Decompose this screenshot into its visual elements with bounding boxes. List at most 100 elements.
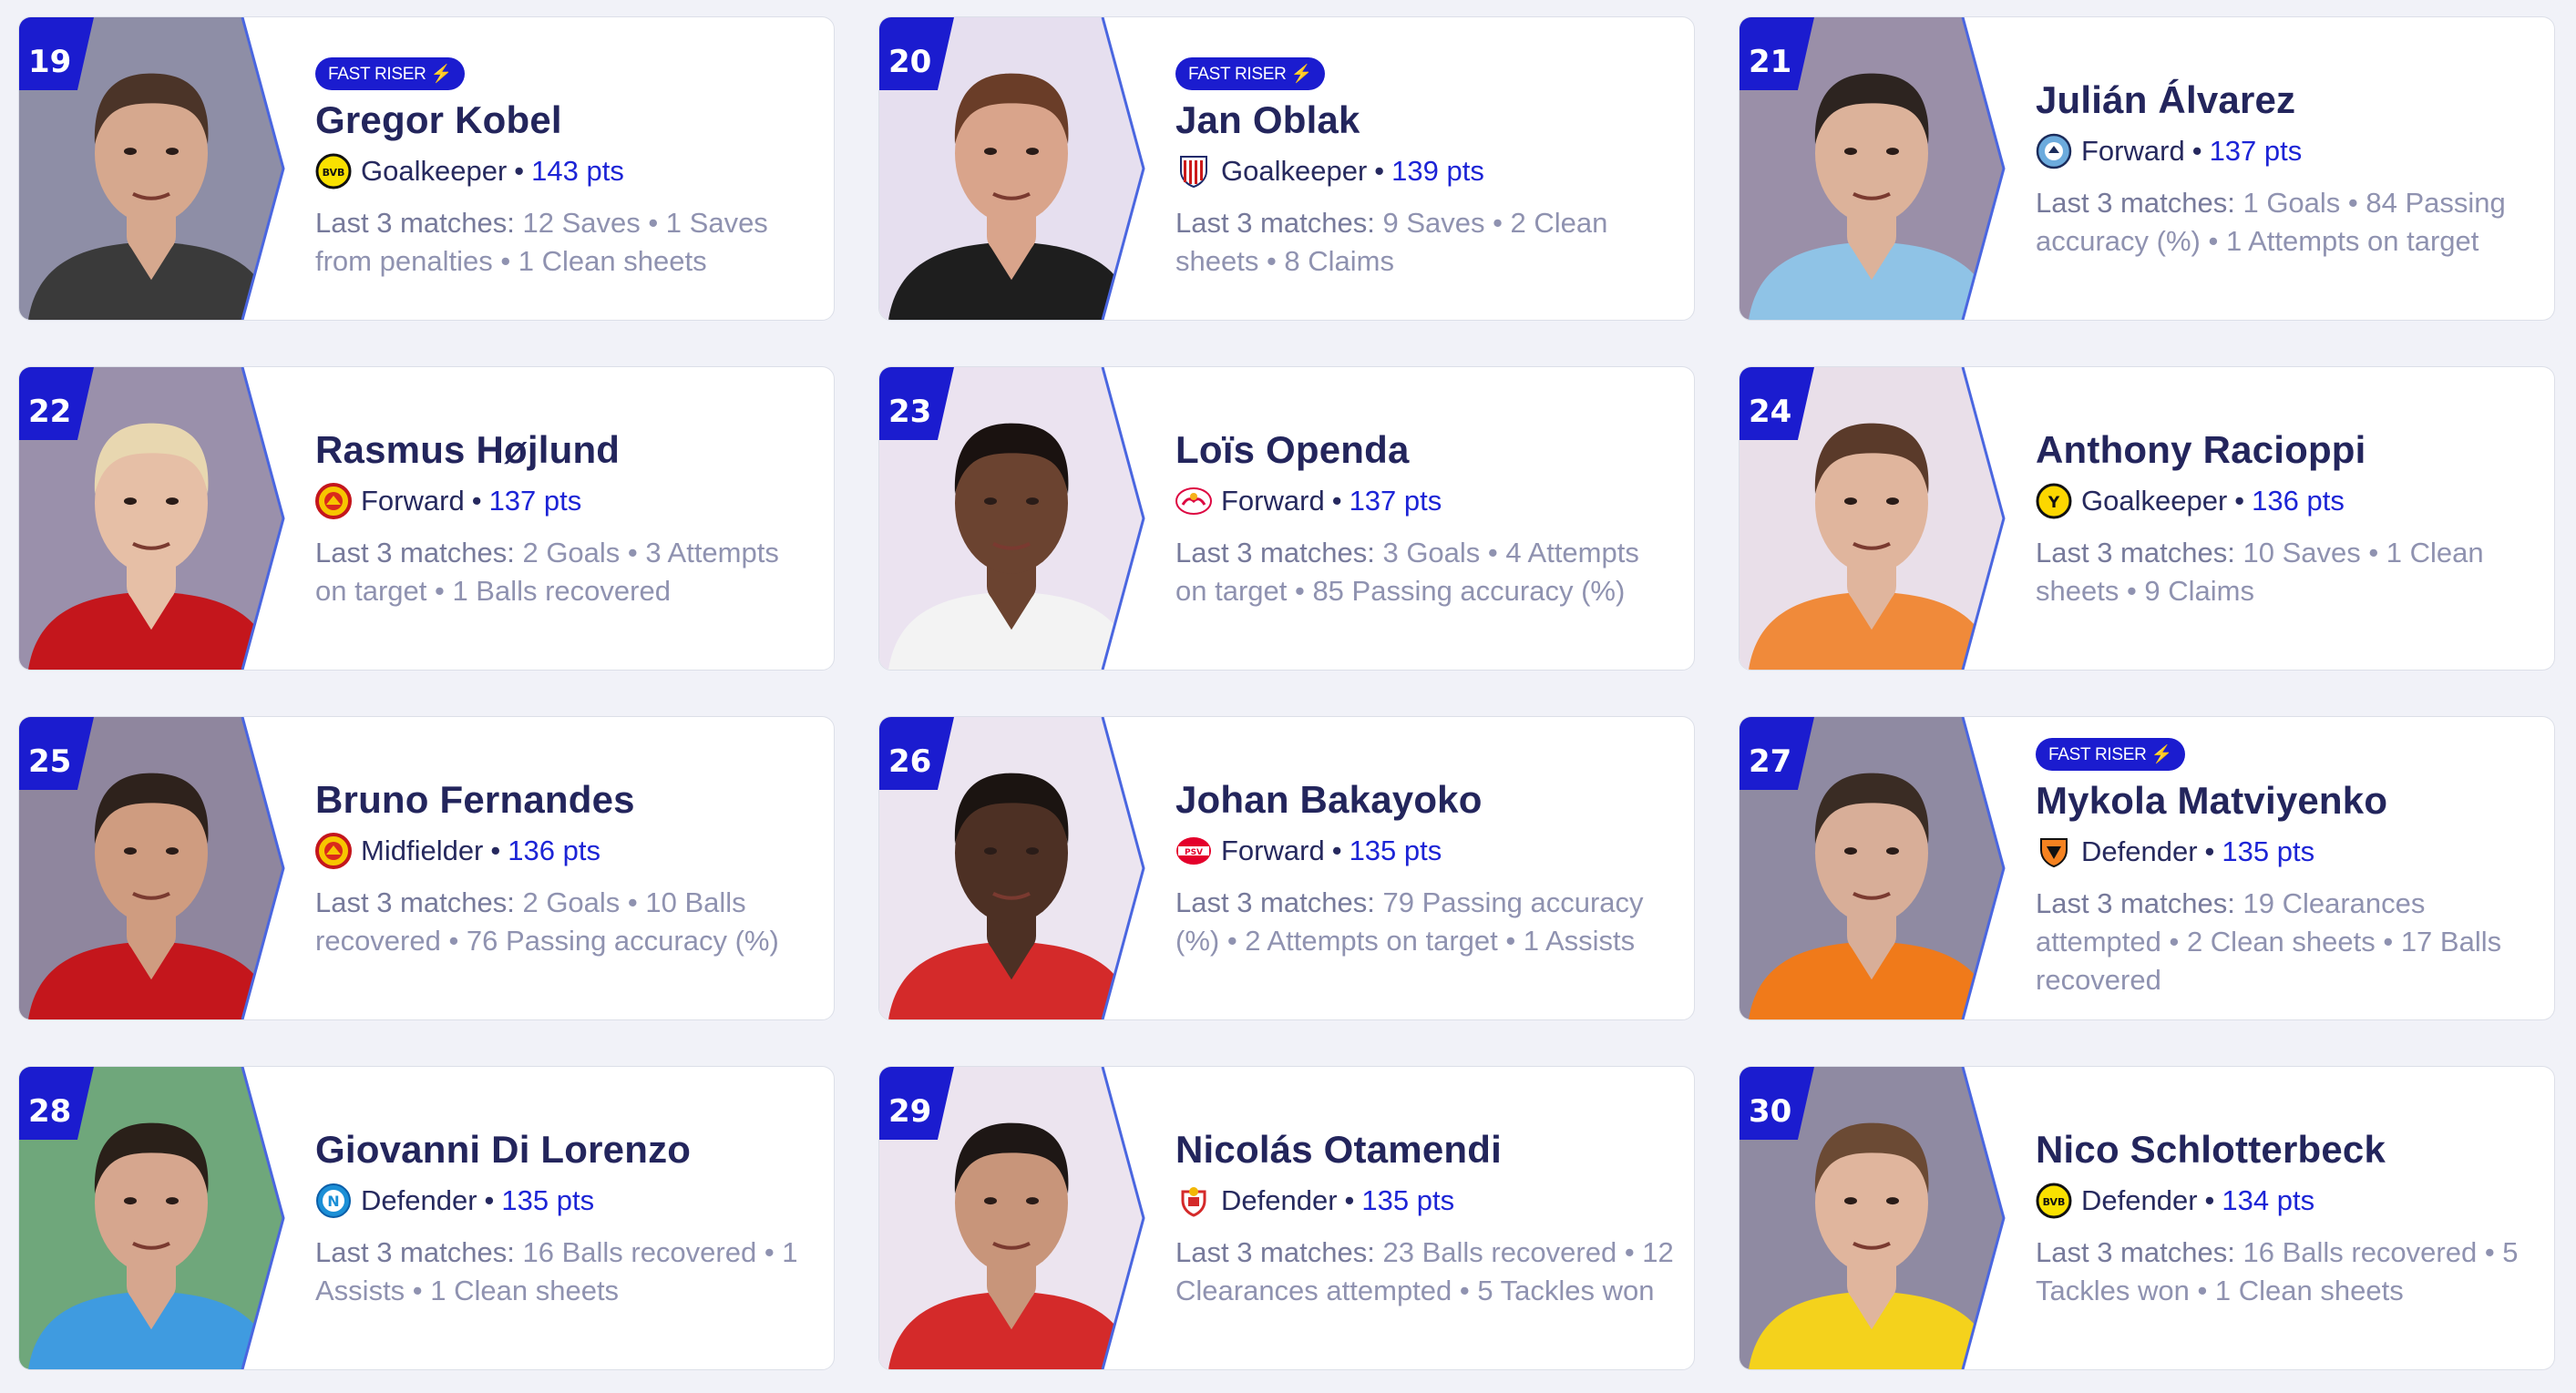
player-points: 137 pts [2209,135,2303,168]
player-meta: Forward • 137 pts [315,483,816,520]
last-matches-label: Last 3 matches: [2036,1236,2235,1269]
player-position: Forward [2081,135,2185,168]
player-card[interactable]: 25 Bruno Fernandes Midfielder • 136 pts Last … [18,716,835,1020]
club-crest-icon [2036,133,2072,169]
player-info: Rasmus Højlund Forward • 137 pts Last 3 matc… [315,367,816,670]
player-points: 135 pts [1349,835,1442,867]
player-meta: Forward • 137 pts [2036,133,2536,169]
player-meta: Y Goalkeeper • 136 pts [2036,483,2536,519]
player-points: 137 pts [488,485,582,517]
player-position: Defender [361,1184,477,1217]
last-matches-label: Last 3 matches: [1175,537,1375,569]
player-info: Loïs Openda Forward • 137 pts Last 3 matches… [1175,367,1676,670]
svg-text:BVB: BVB [2043,1196,2066,1208]
fast-riser-badge: FAST RISER ⚡ [315,56,465,90]
player-name[interactable]: Anthony Racioppi [2036,427,2536,473]
player-card[interactable]: 19 FAST RISER ⚡ Gregor Kobel BVB Goalkeeper •… [18,16,835,321]
player-name[interactable]: Johan Bakayoko [1175,777,1676,823]
player-card[interactable]: 27 FAST RISER ⚡ Mykola Matviyenko Defender •… [1739,716,2555,1020]
club-crest-icon: N [315,1183,352,1219]
separator-dot: • [1331,835,1342,867]
player-card[interactable]: 29 Nicolás Otamendi Defender • 135 pts Last 3… [878,1066,1695,1370]
player-meta: Forward • 137 pts [1175,483,1676,519]
player-meta: N Defender • 135 pts [315,1183,816,1219]
player-position: Defender [1221,1184,1338,1217]
player-name[interactable]: Jan Oblak [1175,97,1676,143]
last-matches-label: Last 3 matches: [315,1236,515,1269]
player-meta: Midfielder • 136 pts [315,833,816,870]
player-card[interactable]: 23 Loïs Openda Forward • 137 pts Last 3 match… [878,366,1695,671]
separator-dot: • [2234,485,2245,517]
player-position: Defender [2081,1184,2198,1217]
player-name[interactable]: Loïs Openda [1175,427,1676,473]
club-crest-icon [1175,483,1212,519]
player-name[interactable]: Mykola Matviyenko [2036,778,2536,824]
player-position: Goalkeeper [2081,485,2228,517]
last-matches-stats: Last 3 matches: 2 Goals • 3 Attempts on … [315,534,816,609]
club-crest-icon: PSV [1175,833,1212,869]
separator-dot: • [2204,1184,2215,1217]
player-name[interactable]: Nicolás Otamendi [1175,1127,1676,1173]
player-info: Bruno Fernandes Midfielder • 136 pts Last 3 … [315,717,816,1019]
player-name[interactable]: Gregor Kobel [315,97,816,143]
club-crest-icon [315,483,352,520]
club-crest-icon: BVB [315,153,352,189]
player-points: 143 pts [531,155,624,188]
player-points: 135 pts [1361,1184,1455,1217]
player-card[interactable]: 24 Anthony Racioppi Y Goalkeeper • 136 pts Las… [1739,366,2555,671]
player-points: 136 pts [2252,485,2345,517]
player-info: FAST RISER ⚡ Mykola Matviyenko Defender • 13… [2036,717,2536,1019]
last-matches-label: Last 3 matches: [315,537,515,569]
fast-riser-badge: FAST RISER ⚡ [1175,56,1325,90]
last-matches-label: Last 3 matches: [2036,187,2235,220]
player-position: Forward [1221,835,1325,867]
player-card[interactable]: 28 Giovanni Di Lorenzo N Defender • 135 pts La… [18,1066,835,1370]
separator-dot: • [490,835,501,867]
club-crest-icon [1175,1183,1212,1219]
separator-dot: • [1374,155,1385,188]
last-matches-stats: Last 3 matches: 10 Saves • 1 Clean sheet… [2036,534,2536,609]
player-card[interactable]: 21 Julián Álvarez Forward • 137 pts Last 3 ma… [1739,16,2555,321]
player-meta: Goalkeeper • 139 pts [1175,153,1676,189]
player-points: 135 pts [2222,835,2315,868]
player-info: Anthony Racioppi Y Goalkeeper • 136 pts Last … [2036,367,2536,670]
player-name[interactable]: Giovanni Di Lorenzo [315,1127,816,1173]
separator-dot: • [1331,485,1342,517]
separator-dot: • [471,485,482,517]
club-crest-icon: BVB [2036,1183,2072,1219]
last-matches-stats: Last 3 matches: 16 Balls recovered • 5 T… [2036,1234,2536,1309]
svg-text:N: N [327,1193,339,1210]
player-name[interactable]: Rasmus Højlund [315,427,816,473]
separator-dot: • [2191,135,2202,168]
player-card[interactable]: 30 Nico Schlotterbeck BVB Defender • 134 pts L… [1739,1066,2555,1370]
separator-dot: • [514,155,525,188]
separator-dot: • [484,1184,495,1217]
club-crest-icon: Y [2036,483,2072,519]
player-meta: BVB Defender • 134 pts [2036,1183,2536,1219]
club-crest-icon [315,833,352,870]
club-crest-icon [1175,153,1212,189]
svg-text:PSV: PSV [1185,848,1203,857]
player-points: 135 pts [501,1184,595,1217]
player-info: Nico Schlotterbeck BVB Defender • 134 pts Las… [2036,1067,2536,1369]
player-name[interactable]: Julián Álvarez [2036,77,2536,123]
player-info: FAST RISER ⚡ Gregor Kobel BVB Goalkeeper • 14… [315,17,816,320]
svg-text:BVB: BVB [323,167,345,179]
player-name[interactable]: Bruno Fernandes [315,777,816,823]
club-crest-icon [2036,834,2072,870]
player-card-grid: 19 FAST RISER ⚡ Gregor Kobel BVB Goalkeeper •… [18,16,2555,1370]
player-card[interactable]: 22 Rasmus Højlund Forward • 137 pts Last 3 ma… [18,366,835,671]
player-card[interactable]: 26 Johan Bakayoko PSV Forward • 135 pts Last 3… [878,716,1695,1020]
player-name[interactable]: Nico Schlotterbeck [2036,1127,2536,1173]
separator-dot: • [1344,1184,1355,1217]
svg-text:Y: Y [2047,494,2060,512]
last-matches-label: Last 3 matches: [1175,886,1375,919]
last-matches-stats: Last 3 matches: 2 Goals • 10 Balls recov… [315,884,816,959]
player-position: Goalkeeper [1221,155,1368,188]
last-matches-stats: Last 3 matches: 1 Goals • 84 Passing acc… [2036,184,2536,260]
last-matches-stats: Last 3 matches: 9 Saves • 2 Clean sheets… [1175,204,1676,280]
player-points: 137 pts [1349,485,1442,517]
last-matches-label: Last 3 matches: [2036,887,2235,920]
player-card[interactable]: 20 FAST RISER ⚡ Jan Oblak Goalkeeper • 139 pt… [878,16,1695,321]
separator-dot: • [2204,835,2215,868]
